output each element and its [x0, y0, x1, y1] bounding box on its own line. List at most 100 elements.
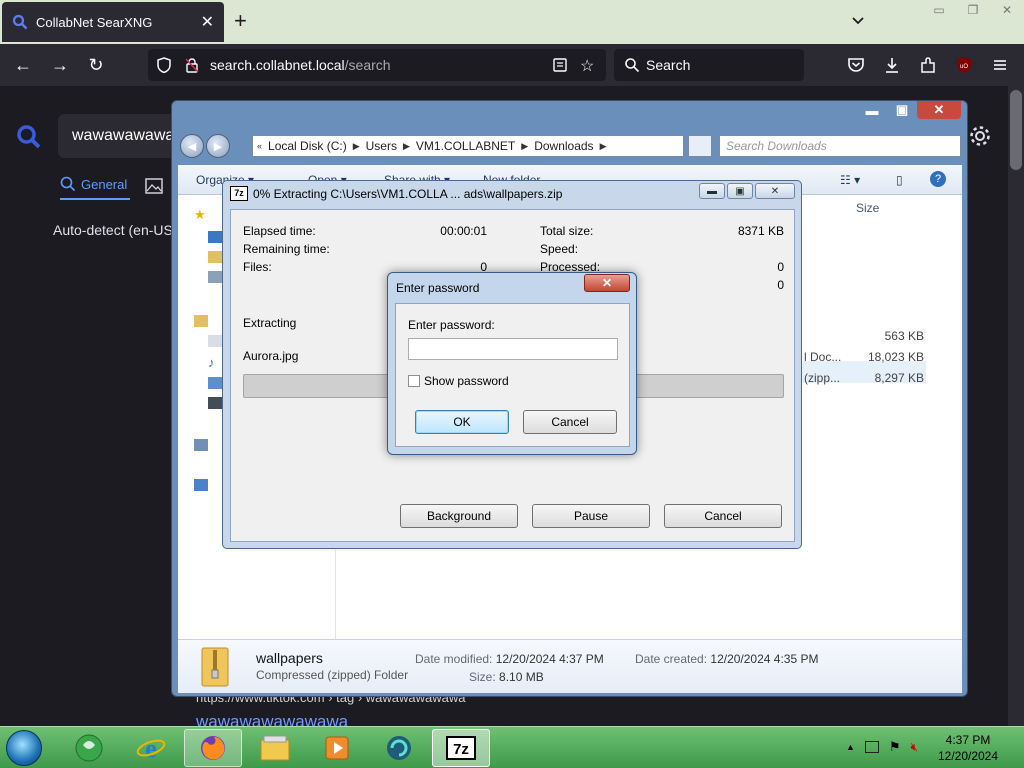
password-dialog-panel: Enter password: Show password OK Cancel	[395, 303, 630, 447]
clock-time: 4:37 PM	[945, 733, 991, 747]
breadcrumb-separator-icon: ▶	[352, 140, 360, 151]
videos-icon[interactable]	[208, 397, 222, 409]
spiral-app-icon[interactable]	[370, 729, 428, 767]
show-hidden-icons-icon[interactable]: ▲	[846, 742, 855, 752]
hamburger-menu-icon[interactable]	[990, 55, 1010, 75]
searxng-icon	[12, 14, 28, 30]
sevenzip-window-title: 0% Extracting C:\Users\VM1.COLLA ... ads…	[253, 187, 563, 201]
media-center-icon[interactable]	[60, 729, 118, 767]
tab-images-icon[interactable]	[145, 178, 163, 194]
media-player-icon[interactable]	[308, 729, 366, 767]
downloads-icon[interactable]	[882, 55, 902, 75]
network-tray-icon[interactable]	[864, 741, 879, 753]
file-explorer-taskbar-icon[interactable]	[246, 729, 304, 767]
query-input[interactable]: wawawawawawa	[58, 114, 188, 158]
breadcrumb-overflow-icon[interactable]: «	[257, 141, 262, 151]
remaining-label: Remaining time:	[243, 242, 330, 256]
search-bar[interactable]: Search	[614, 49, 804, 81]
explorer-window-controls: ▬ ▣ ✕	[857, 101, 961, 119]
help-icon[interactable]: ?	[930, 171, 946, 187]
zip-folder-icon	[201, 647, 229, 687]
sevenzip-maximize-icon[interactable]: ▣	[727, 183, 753, 199]
page-scrollbar-thumb[interactable]	[1010, 90, 1022, 170]
language-selector[interactable]: Auto-detect (en-US)	[53, 222, 178, 238]
show-password-checkbox[interactable]: Show password	[408, 374, 509, 388]
bookmark-star-icon[interactable]: ☆	[580, 56, 594, 76]
tab-title: CollabNet SearXNG	[36, 14, 153, 30]
back-icon[interactable]: ←	[12, 54, 34, 76]
downloads-folder-icon[interactable]	[208, 251, 222, 263]
password-input[interactable]	[408, 338, 618, 360]
sevenzip-minimize-icon[interactable]: ▬	[699, 183, 725, 199]
speed-label: Speed:	[540, 242, 579, 256]
pause-button[interactable]: Pause	[532, 504, 650, 528]
desktop-icon[interactable]	[208, 231, 222, 243]
recent-places-icon[interactable]	[208, 271, 222, 283]
new-tab-button[interactable]: +	[234, 10, 247, 32]
reader-view-icon[interactable]	[552, 57, 568, 73]
volume-muted-icon[interactable]: 🔇︎	[911, 740, 919, 755]
music-icon[interactable]: ♪	[208, 355, 222, 370]
background-button[interactable]: Background	[400, 504, 518, 528]
url-bar[interactable]: search.collabnet.local/search ☆	[148, 49, 606, 81]
system-tray: ▲ ⚑ 🔇︎	[846, 739, 918, 755]
reload-icon[interactable]: ↻	[85, 54, 107, 76]
cancel-button[interactable]: Cancel	[523, 410, 617, 434]
breadcrumb-users[interactable]: Users	[366, 139, 397, 153]
sevenzip-close-icon[interactable]: ✕	[755, 183, 795, 199]
sevenzip-taskbar-icon[interactable]: 7z	[432, 729, 490, 767]
libraries-icon[interactable]	[194, 315, 208, 327]
forward-icon[interactable]: →	[49, 54, 71, 76]
search-placeholder: Search	[646, 57, 691, 73]
searxng-logo-icon[interactable]	[16, 124, 42, 150]
explorer-back-icon[interactable]: ◀	[180, 134, 204, 158]
breadcrumb-separator-icon: ▶	[521, 140, 529, 151]
action-center-flag-icon[interactable]: ⚑	[889, 739, 901, 755]
page-scrollbar[interactable]	[1008, 86, 1024, 726]
tab-general[interactable]: General	[60, 176, 127, 192]
extensions-icon[interactable]	[918, 55, 938, 75]
network-icon[interactable]	[194, 479, 208, 491]
preview-pane-icon[interactable]: ▯	[896, 173, 903, 187]
explorer-maximize-icon[interactable]: ▣	[887, 101, 917, 119]
enter-password-dialog: Enter password ✕ Enter password: Show pa…	[387, 272, 637, 455]
minimize-icon[interactable]: ▭	[922, 0, 956, 20]
internet-explorer-icon[interactable]: e	[122, 729, 180, 767]
cancel-extract-button[interactable]: Cancel	[664, 504, 782, 528]
start-button[interactable]	[6, 730, 42, 766]
views-icon[interactable]: ☷ ▾	[840, 173, 860, 187]
checkbox-box[interactable]	[408, 375, 420, 387]
gear-icon[interactable]	[968, 124, 992, 148]
total-size-label: Total size:	[540, 224, 594, 238]
details-file-name: wallpapers	[256, 650, 323, 666]
sevenzip-window-controls: ▬ ▣ ✕	[699, 183, 795, 199]
password-dialog-close-icon[interactable]: ✕	[584, 274, 630, 292]
firefox-taskbar-icon[interactable]	[184, 729, 242, 767]
restore-icon[interactable]: ❐	[956, 0, 990, 20]
svg-text:uO: uO	[960, 64, 968, 70]
explorer-close-icon[interactable]: ✕	[917, 101, 961, 119]
breadcrumb-local-disk[interactable]: Local Disk (C:)	[268, 139, 347, 153]
tracking-shield-icon[interactable]	[156, 57, 172, 73]
breadcrumb-user[interactable]: VM1.COLLABNET	[416, 139, 515, 153]
computer-icon[interactable]	[194, 439, 208, 451]
ok-button[interactable]: OK	[415, 410, 509, 434]
documents-icon[interactable]	[208, 335, 222, 347]
breadcrumb-downloads[interactable]: Downloads	[534, 139, 593, 153]
explorer-refresh-button[interactable]	[688, 135, 712, 157]
explorer-address-bar[interactable]: « Local Disk (C:) ▶ Users ▶ VM1.COLLABNE…	[252, 135, 684, 157]
pocket-icon[interactable]	[846, 55, 866, 75]
list-all-tabs-icon[interactable]	[850, 12, 866, 28]
pictures-icon[interactable]	[208, 377, 222, 389]
explorer-forward-icon[interactable]: ▶	[206, 134, 230, 158]
ublock-origin-icon[interactable]: uO	[954, 55, 974, 75]
tab-close-icon[interactable]: ✕	[201, 12, 214, 32]
explorer-minimize-icon[interactable]: ▬	[857, 101, 887, 119]
close-window-icon[interactable]: ✕	[990, 0, 1024, 20]
lock-warning-icon[interactable]	[184, 57, 200, 73]
column-header-size[interactable]: Size	[856, 201, 879, 215]
explorer-search-input[interactable]: Search Downloads	[719, 135, 961, 157]
taskbar-clock[interactable]: 4:37 PM 12/20/2024	[918, 732, 1018, 764]
browser-tab[interactable]: CollabNet SearXNG ✕	[2, 2, 224, 42]
favorites-star-icon[interactable]: ★	[194, 207, 208, 222]
